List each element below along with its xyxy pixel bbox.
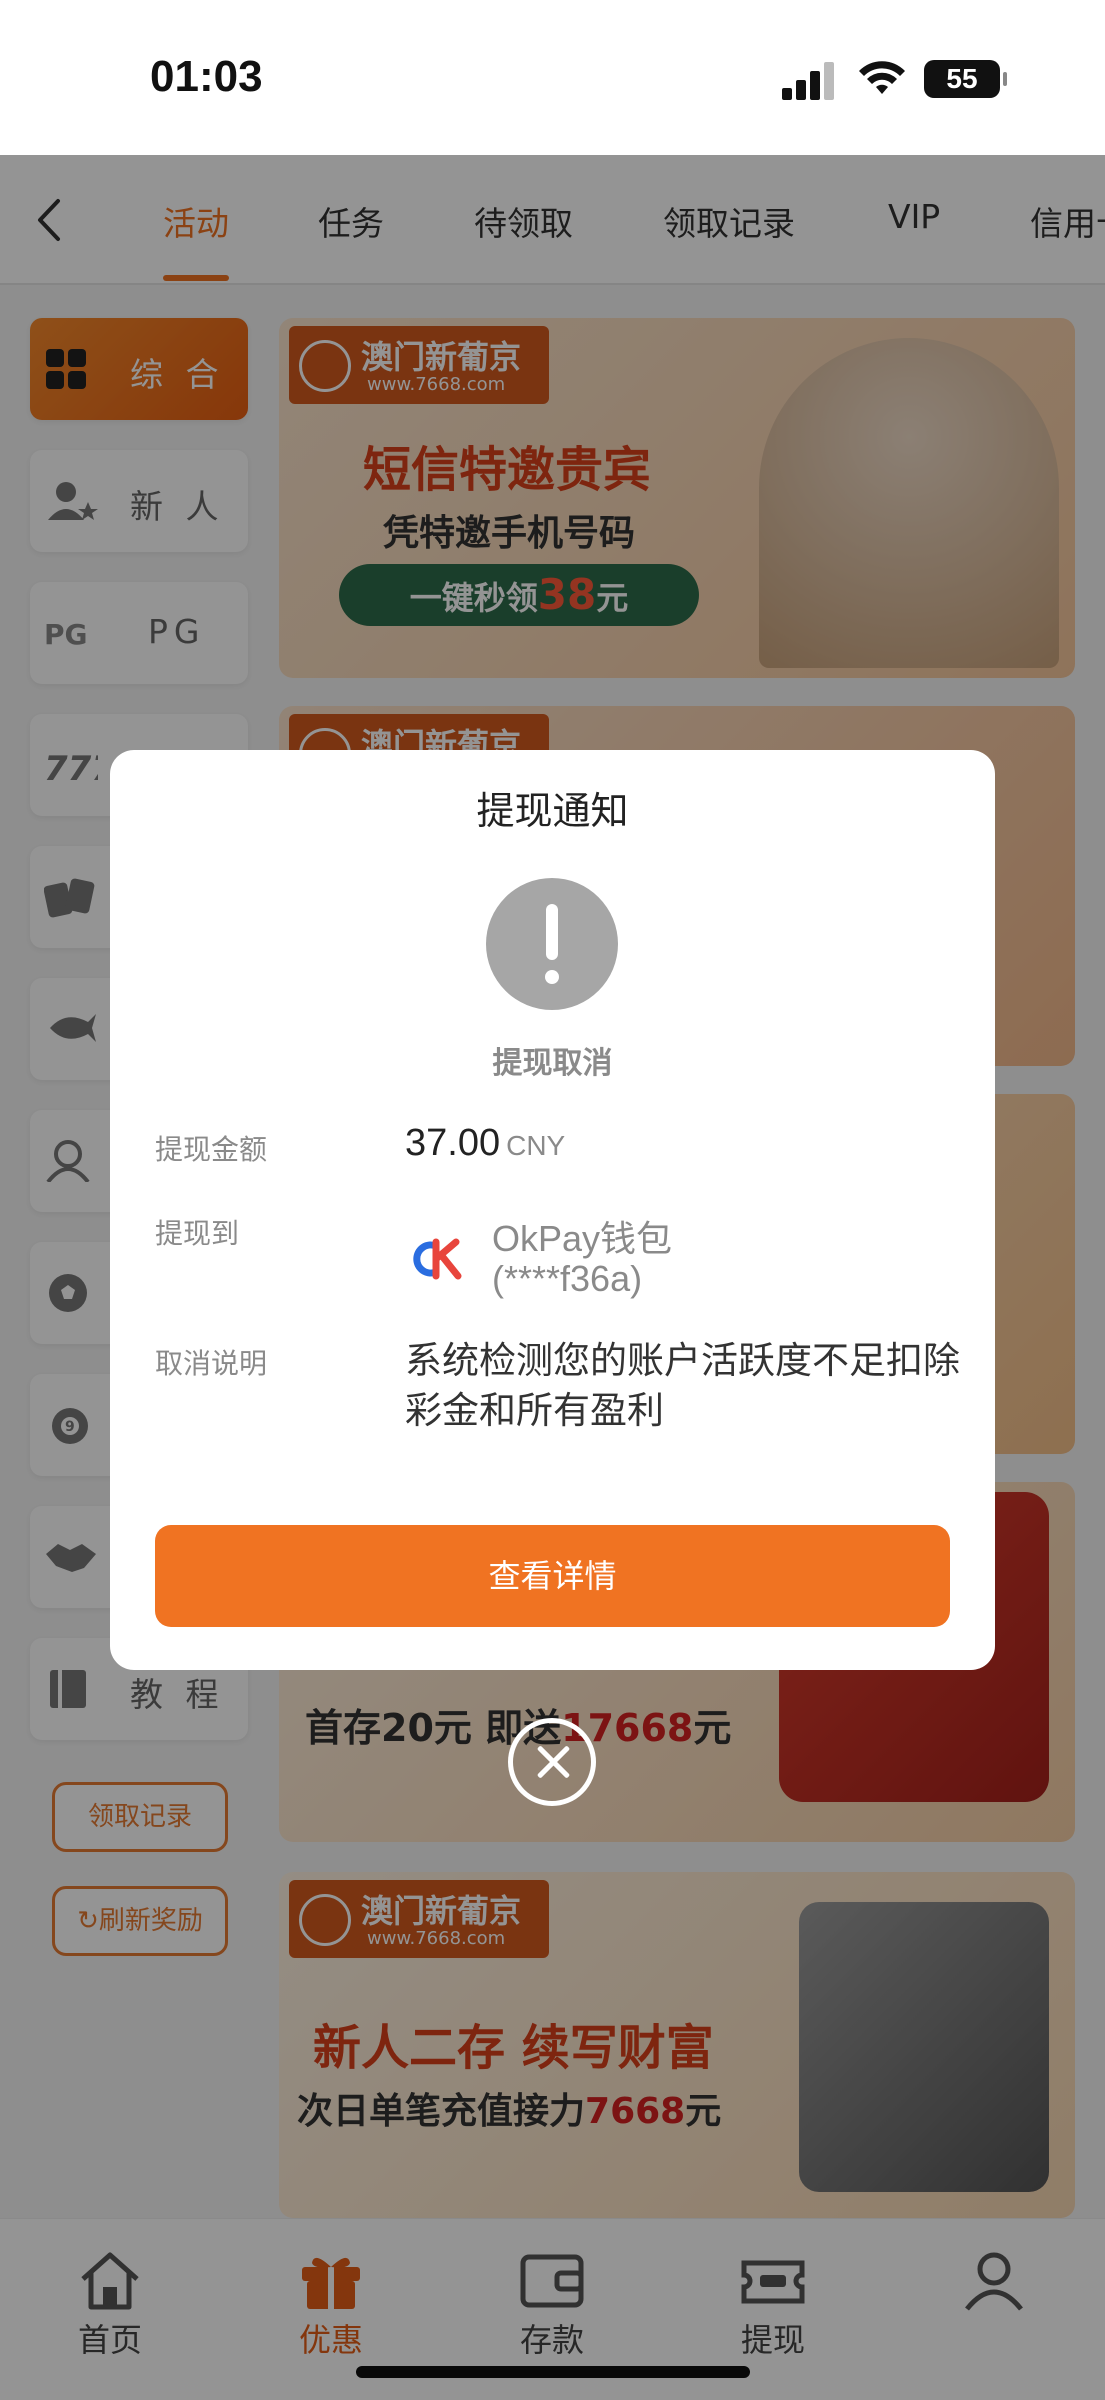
wifi-icon [859,61,905,94]
cancel-reason: 系统检测您的账户活跃度不足扣除彩金和所有盈利 [405,1339,960,1432]
battery-icon: 55 [924,60,1007,98]
view-details-button[interactable]: 查看详情 [155,1525,950,1627]
destination-label: 提现到 [155,1217,240,1250]
dialog-title: 提现通知 [476,789,629,833]
withdrawal-notice-dialog: 提现通知 提现取消 提现金额 37.00 CNY 提现到 OkPay钱包 (***… [110,750,995,1670]
wallet-account: (****f36a) [492,1258,643,1299]
status-bar: 01:03 55 [0,0,1105,155]
withdrawal-status: 提现取消 [492,1046,613,1081]
amount-currency: CNY [506,1130,566,1161]
okpay-logo-icon [413,1238,462,1280]
status-time: 01:03 [150,52,263,101]
amount-label: 提现金额 [155,1133,268,1166]
exclamation-circle-icon [486,878,618,1010]
wallet-name: OkPay钱包 [492,1218,673,1259]
close-icon[interactable] [508,1718,596,1806]
amount-value: 37.00 [405,1122,501,1164]
reason-label: 取消说明 [155,1347,268,1380]
signal-icon [782,60,838,100]
withdrawal-amount: 37.00 CNY [405,1122,565,1165]
